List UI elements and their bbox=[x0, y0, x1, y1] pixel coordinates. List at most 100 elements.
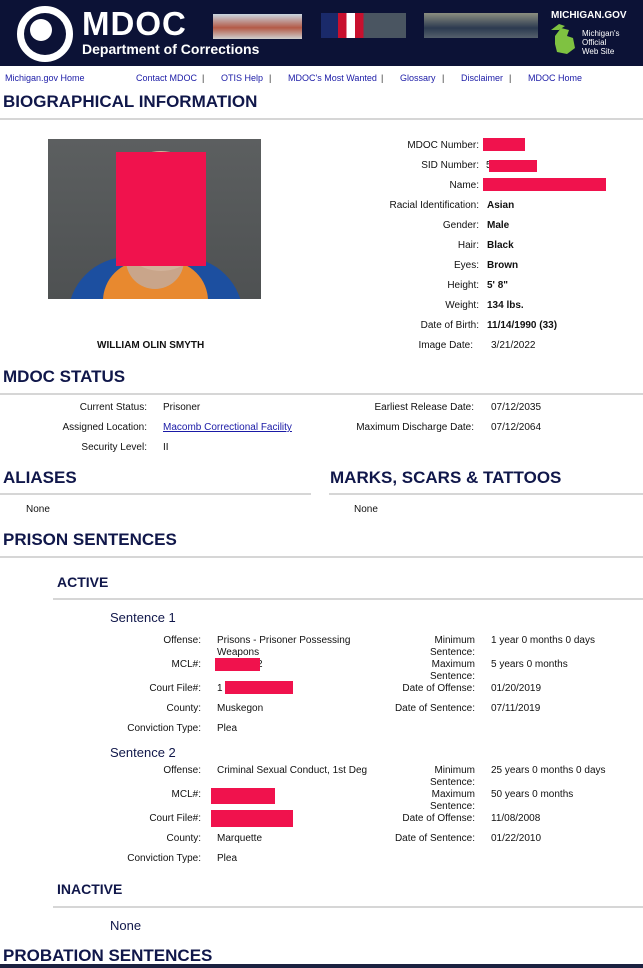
mcl-label: MCL#: bbox=[171, 789, 201, 800]
dob-value: 11/14/1990 (33) bbox=[487, 320, 558, 331]
active-heading: ACTIVE bbox=[57, 574, 109, 590]
photo-redaction bbox=[116, 152, 206, 266]
nav-separator: | bbox=[381, 73, 384, 83]
court-file-label: Court File#: bbox=[149, 683, 201, 694]
sentence-2-mcl-redaction bbox=[211, 788, 275, 804]
date-of-sentence-label: Date of Sentence: bbox=[394, 703, 475, 714]
biographical-heading: BIOGRAPHICAL INFORMATION bbox=[3, 92, 258, 111]
page-bottom-bar bbox=[0, 964, 643, 968]
sid-number-redaction bbox=[489, 160, 537, 172]
sentence-1-date-of-sentence: 07/11/2019 bbox=[491, 703, 541, 714]
name-label: Name: bbox=[449, 180, 479, 191]
subsection-divider bbox=[53, 598, 643, 600]
sentence-1-offense: Prisons - Prisoner Possessing Weapons bbox=[217, 635, 351, 658]
date-of-offense-label: Date of Offense: bbox=[402, 813, 475, 824]
nav-mdoc-home[interactable]: MDOC Home bbox=[528, 72, 582, 84]
sentence-1-court-file-redaction bbox=[225, 681, 293, 694]
conviction-type-label: Conviction Type: bbox=[127, 723, 201, 734]
height-value: 5' 8" bbox=[487, 280, 509, 291]
sentence-1-court-file-prefix: 1 bbox=[217, 683, 223, 694]
sentence-2-date-of-sentence: 01/22/2010 bbox=[491, 833, 542, 844]
sentence-2-min: 25 years 0 months 0 days bbox=[491, 765, 606, 776]
official-line-3: Web Site bbox=[582, 47, 615, 56]
section-divider bbox=[0, 493, 311, 495]
michigan-map-icon[interactable] bbox=[549, 22, 579, 56]
current-status-label: Current Status: bbox=[79, 402, 147, 413]
county-label: County: bbox=[166, 833, 201, 844]
nav-otis-help[interactable]: OTIS Help bbox=[221, 72, 263, 84]
sentence-1-max: 5 years 0 months bbox=[491, 659, 568, 670]
offense-label: Offense: bbox=[163, 635, 201, 646]
inmate-photo bbox=[48, 139, 261, 299]
gender-label: Gender: bbox=[442, 220, 479, 231]
hair-value: Black bbox=[487, 240, 514, 251]
image-date-label: Image Date: bbox=[418, 340, 473, 351]
officers-group-photo bbox=[424, 13, 538, 38]
county-label: County: bbox=[166, 703, 201, 714]
sentence-2-max: 50 years 0 months bbox=[491, 789, 574, 800]
sentence-2-court-file-redaction bbox=[211, 810, 293, 827]
sentence-1-min: 1 year 0 months 0 days bbox=[491, 635, 595, 646]
photo-name-caption: WILLIAM OLIN SMYTH bbox=[97, 340, 205, 351]
max-discharge-value: 07/12/2064 bbox=[491, 422, 542, 433]
sid-number-label: SID Number: bbox=[421, 160, 479, 171]
facility-photo bbox=[213, 14, 302, 39]
dob-label: Date of Birth: bbox=[420, 320, 479, 331]
inactive-heading: INACTIVE bbox=[57, 881, 123, 897]
sentence-1-date-of-offense: 01/20/2019 bbox=[491, 683, 542, 694]
sentence-1-conviction-type: Plea bbox=[217, 723, 238, 734]
marks-value: None bbox=[354, 504, 378, 515]
michigan-gov-link[interactable]: MICHIGAN.GOV bbox=[551, 10, 627, 22]
earliest-release-label: Earliest Release Date: bbox=[374, 402, 475, 413]
aliases-value: None bbox=[26, 504, 50, 515]
nav-michigan-gov-home[interactable]: Michigan.gov Home bbox=[5, 72, 85, 84]
section-divider bbox=[0, 393, 643, 395]
nav-separator: | bbox=[509, 73, 512, 83]
race-value: Asian bbox=[487, 200, 515, 211]
assigned-location-link[interactable]: Macomb Correctional Facility bbox=[163, 422, 292, 434]
subsection-divider bbox=[53, 906, 643, 908]
nav-contact-mdoc[interactable]: Contact MDOC bbox=[136, 72, 197, 84]
current-status-value: Prisoner bbox=[163, 402, 201, 413]
sentence-1-title: Sentence 1 bbox=[110, 610, 176, 625]
section-divider bbox=[0, 118, 643, 120]
sentence-1-county: Muskegon bbox=[217, 703, 264, 714]
nav-separator: | bbox=[202, 73, 205, 83]
assigned-location-label: Assigned Location: bbox=[62, 422, 147, 433]
date-of-sentence-label: Date of Sentence: bbox=[394, 833, 475, 844]
flag-officers-photo bbox=[321, 13, 406, 38]
site-header-banner: MDOC Department of Corrections MICHIGAN.… bbox=[0, 0, 643, 66]
nav-disclaimer[interactable]: Disclaimer bbox=[461, 72, 503, 84]
nav-glossary[interactable]: Glossary bbox=[400, 72, 436, 84]
section-divider bbox=[329, 493, 643, 495]
sentence-2-conviction-type: Plea bbox=[217, 853, 238, 864]
department-subtitle: Department of Corrections bbox=[82, 41, 260, 57]
sentence-2-title: Sentence 2 bbox=[110, 745, 176, 760]
max-sentence-label: Maximum Sentence: bbox=[429, 789, 475, 812]
weight-value: 134 lbs. bbox=[487, 300, 524, 311]
sentence-2-date-of-offense: 11/08/2008 bbox=[491, 813, 541, 824]
court-file-label: Court File#: bbox=[149, 813, 201, 824]
inactive-value: None bbox=[110, 918, 142, 933]
sentence-2-offense: Criminal Sexual Conduct, 1st Deg bbox=[217, 765, 368, 776]
earliest-release-value: 07/12/2035 bbox=[491, 402, 542, 413]
name-redaction bbox=[483, 178, 606, 191]
michigan-official-text[interactable]: Michigan's Official Web Site bbox=[582, 29, 620, 56]
mdoc-logo-text[interactable]: MDOC bbox=[82, 6, 187, 42]
weight-label: Weight: bbox=[445, 300, 479, 311]
eyes-label: Eyes: bbox=[453, 260, 479, 271]
nav-most-wanted[interactable]: MDOC's Most Wanted bbox=[288, 72, 377, 84]
date-of-offense-label: Date of Offense: bbox=[402, 683, 475, 694]
sentence-2-county: Marquette bbox=[217, 833, 263, 844]
security-level-value: II bbox=[163, 442, 169, 453]
race-label: Racial Identification: bbox=[389, 200, 480, 211]
nav-separator: | bbox=[269, 73, 272, 83]
nav-separator: | bbox=[442, 73, 445, 83]
mdoc-seal-icon[interactable] bbox=[17, 6, 73, 62]
max-discharge-label: Maximum Discharge Date: bbox=[356, 422, 474, 433]
prison-sentences-heading: PRISON SENTENCES bbox=[3, 530, 177, 549]
min-sentence-label: Minimum Sentence: bbox=[429, 765, 475, 788]
height-label: Height: bbox=[447, 280, 479, 291]
aliases-heading: ALIASES bbox=[3, 468, 77, 487]
gender-value: Male bbox=[487, 220, 510, 231]
